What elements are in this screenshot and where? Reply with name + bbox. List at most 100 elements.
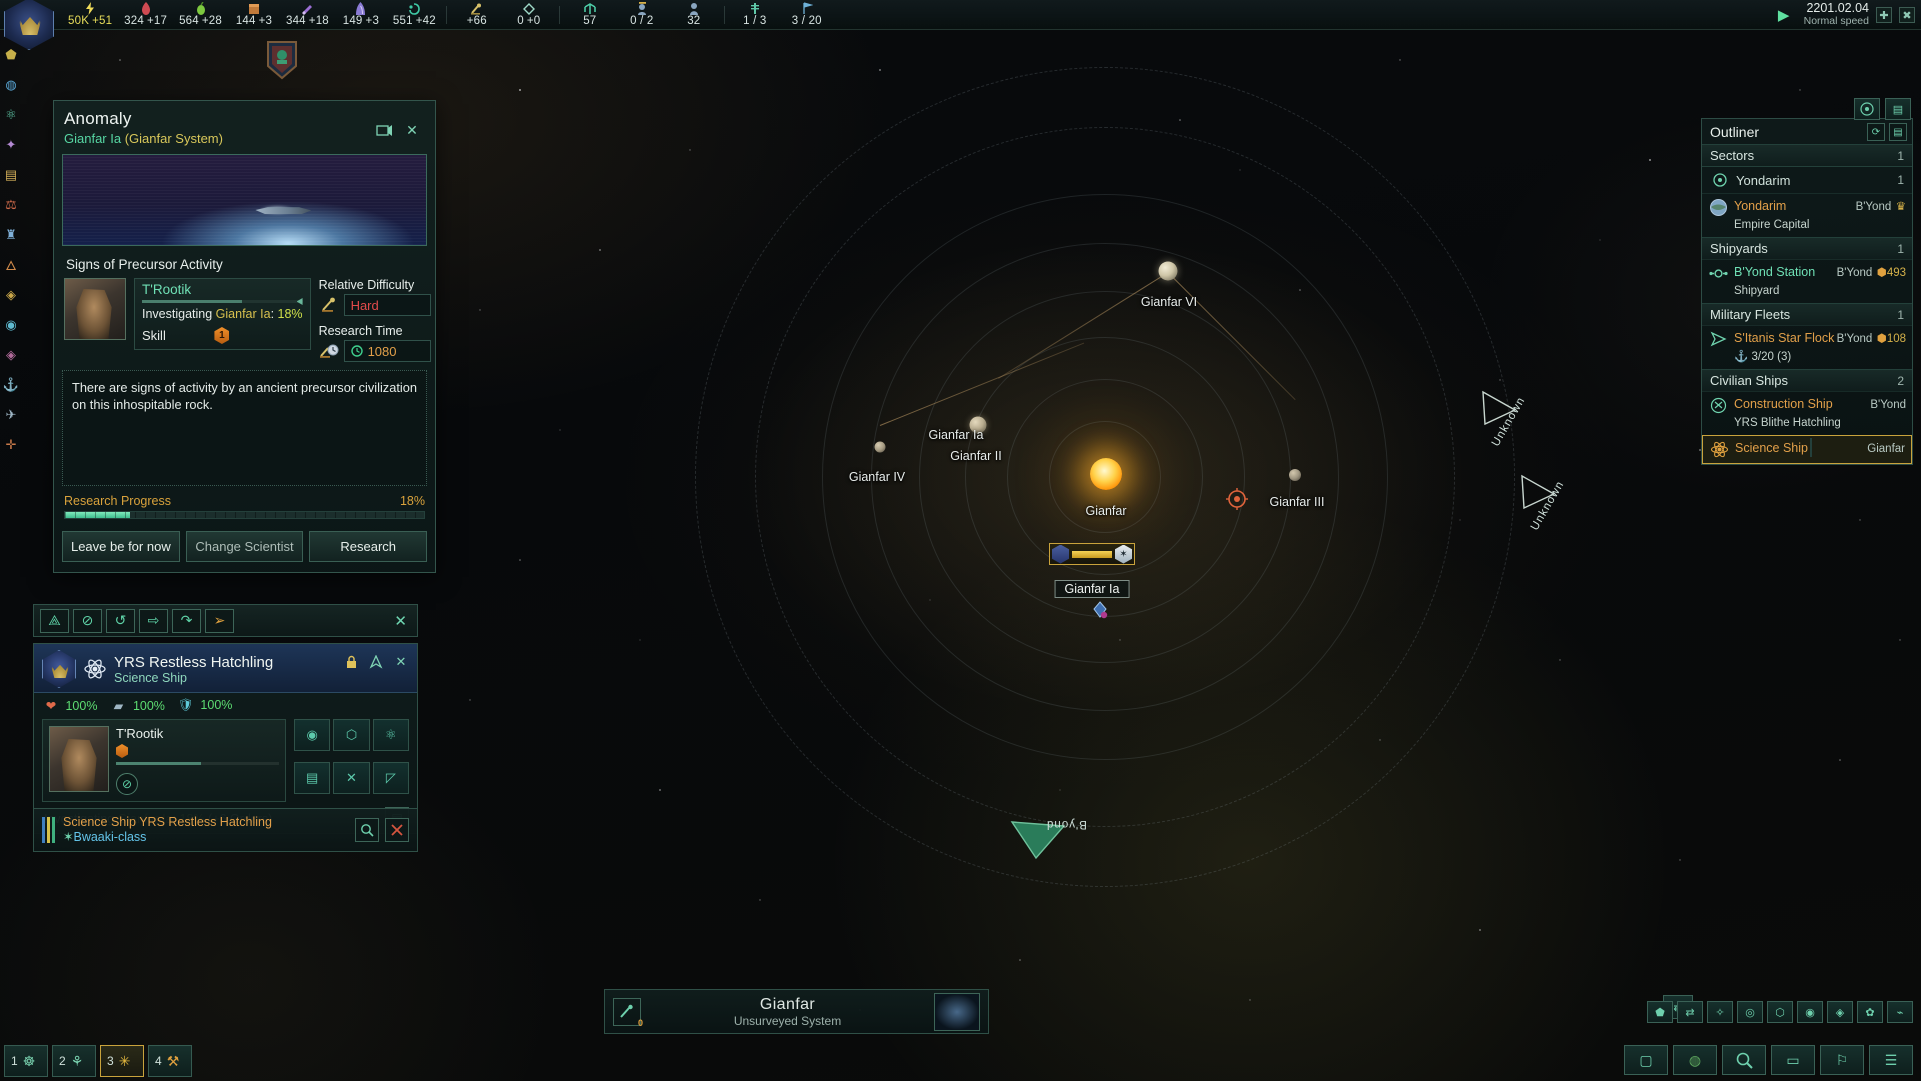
outliner-refresh-button[interactable]: ⟳ [1867, 123, 1885, 141]
resource-fleet-capacity[interactable]: 3 / 20 [781, 0, 833, 30]
rail-designs-icon[interactable]: ✈ [1, 402, 21, 428]
ship-designer-button[interactable] [366, 652, 386, 672]
outliner-item-construction-ship[interactable]: Construction Ship YRS Blithe Hatchling B… [1702, 391, 1912, 435]
bottom-tab-4[interactable]: 4 ⚒ [148, 1045, 192, 1077]
outliner-group-shipyards[interactable]: Shipyards 1 [1702, 237, 1912, 259]
leave-be-button[interactable]: Leave be for now [62, 531, 180, 562]
rail-species-icon[interactable]: 🜂 [1, 252, 21, 278]
star-gianfar[interactable] [1090, 458, 1122, 490]
screenshot-button[interactable]: ▭ [1771, 1045, 1815, 1075]
resource-food[interactable]: 564 +28 [173, 0, 228, 30]
planet-gianfar-iii[interactable] [1289, 469, 1301, 481]
rail-situations-icon[interactable]: ◈ [1, 342, 21, 368]
empire-view-button[interactable]: ⬟ [1647, 1001, 1673, 1023]
close-order-toolbar-button[interactable]: ✕ [394, 612, 411, 630]
resource-research[interactable]: +66 [451, 0, 503, 30]
rail-traditions-icon[interactable]: ✦ [1, 132, 21, 158]
resource-rare-crystals[interactable]: 0 +0 [503, 0, 555, 30]
target-view-button[interactable]: ◎ [1737, 1001, 1763, 1023]
bottom-tab-2[interactable]: 2 ⚘ [52, 1045, 96, 1077]
habitability-view-button[interactable]: ✿ [1857, 1001, 1883, 1023]
borders-view-button[interactable]: ⬡ [1767, 1001, 1793, 1023]
cancel-order-button[interactable]: ⊘ [73, 608, 102, 633]
resource-pop-count[interactable]: 32 [668, 0, 720, 30]
anomaly-close-button[interactable]: ✕ [401, 119, 423, 141]
outliner-item-fleet[interactable]: S'Itanis Star Flock ⚓ 3/20 (3) B'Yond ⬢1… [1702, 325, 1912, 369]
explore-system-order-button[interactable]: ⟁ [40, 608, 69, 633]
empire-flag-marker[interactable] [265, 40, 299, 84]
outliner-sector-yondarim[interactable]: Yondarim 1 [1702, 166, 1912, 193]
planet-view-button[interactable]: ◍ [1673, 1045, 1717, 1075]
ship-component-slot-3[interactable]: ⚛ [372, 719, 409, 751]
ship-summary-strip[interactable]: Science Ship YRS Restless Hatchling ✶Bwa… [33, 808, 418, 852]
ship-component-slot-5[interactable]: ✕ [333, 762, 370, 794]
research-station-marker[interactable] [1090, 600, 1110, 620]
rail-market-icon[interactable]: ◈ [1, 282, 21, 308]
outliner-item-capital[interactable]: Yondarim Empire Capital B'Yond ♛ [1702, 193, 1912, 237]
speed-decrease-button[interactable]: ✖ [1899, 7, 1915, 23]
outliner-group-sectors[interactable]: Sectors 1 [1702, 144, 1912, 166]
ship-scientist-card[interactable]: T'Rootik ⊘ [42, 719, 286, 802]
resource-minerals[interactable]: 324 +17 [118, 0, 173, 30]
resources-view-button[interactable]: ◈ [1827, 1001, 1853, 1023]
disband-ship-button[interactable] [385, 818, 409, 842]
repeat-order-button[interactable]: ↺ [106, 608, 135, 633]
map-mode-button[interactable]: ▢ [1624, 1045, 1668, 1075]
system-survey-icon[interactable]: 0 [613, 997, 643, 1028]
outliner-settings-button[interactable]: ▤ [1889, 123, 1907, 141]
speed-increase-button[interactable]: ✚ [1876, 7, 1892, 23]
close-ship-panel-button[interactable]: ✕ [391, 652, 411, 672]
research-button[interactable]: Research [309, 531, 428, 562]
rail-expansion-icon[interactable]: ✛ [1, 432, 21, 458]
vision-view-button[interactable]: ◉ [1797, 1001, 1823, 1023]
anomaly-locate-button[interactable] [373, 119, 395, 141]
galaxy-thumbnail[interactable] [934, 992, 980, 1031]
outliner-group-military-fleets[interactable]: Military Fleets 1 [1702, 303, 1912, 325]
trade-view-button[interactable]: ⇄ [1677, 1001, 1703, 1023]
change-scientist-button[interactable]: Change Scientist [185, 531, 304, 562]
zoom-button[interactable] [1722, 1045, 1766, 1075]
lock-ship-button[interactable] [341, 652, 361, 672]
anomaly-marker-gianfar-iii[interactable] [1226, 488, 1248, 510]
bottom-tab-1[interactable]: 1 ☸ [4, 1045, 48, 1077]
scientist-card[interactable]: T'Rootik Investigating Gianfar Ia: 18% S… [134, 278, 311, 362]
ship-component-slot-4[interactable]: ▤ [294, 762, 331, 794]
resource-naval-capacity[interactable]: 57 [564, 0, 616, 30]
ship-component-slot-2[interactable]: ⬡ [333, 719, 370, 751]
rail-factions-icon[interactable]: ♜ [1, 222, 21, 248]
ship-component-slot-1[interactable]: ◉ [294, 719, 331, 751]
assign-leader-button[interactable]: ⊘ [116, 773, 138, 795]
rail-contacts-icon[interactable]: ◉ [1, 312, 21, 338]
selected-ship-marker[interactable]: ✶ [1049, 543, 1135, 565]
rail-edicts-icon[interactable]: ▤ [1, 162, 21, 188]
outliner-item-science-ship[interactable]: Science Ship Gianfar [1702, 435, 1912, 464]
resource-consumer-goods[interactable]: 144 +3 [228, 0, 280, 30]
resource-unity[interactable]: 551 +42 [387, 0, 442, 30]
return-order-button[interactable]: ↷ [172, 608, 201, 633]
flag-button[interactable]: ⚐ [1820, 1045, 1864, 1075]
play-pause-button[interactable]: ▶ [1771, 5, 1797, 25]
planet-gianfar-ii[interactable] [874, 441, 886, 453]
rail-planets-icon[interactable]: ◍ [1, 72, 21, 98]
rail-technology-icon[interactable]: ⚛ [1, 102, 21, 128]
resource-alloys[interactable]: 344 +18 [280, 0, 335, 30]
zoom-to-ship-button[interactable] [355, 818, 379, 842]
hyperlane-view-button[interactable]: ✧ [1707, 1001, 1733, 1023]
outliner-group-civilian-ships[interactable]: Civilian Ships 2 [1702, 369, 1912, 391]
planet-gianfar-vi[interactable] [1158, 261, 1178, 281]
bottom-tab-3[interactable]: 3 ✳ [100, 1045, 144, 1077]
rail-fleets-icon[interactable]: ⚓ [1, 372, 21, 398]
menu-button[interactable]: ☰ [1869, 1045, 1913, 1075]
outliner-item-shipyard[interactable]: B'Yond Station Shipyard B'Yond ⬢493 [1702, 259, 1912, 303]
resource-leader-capacity[interactable]: 0 / 2 [616, 0, 668, 30]
move-order-button[interactable]: ⇨ [139, 608, 168, 633]
outliner-toggle-button[interactable]: ▤ [1885, 98, 1911, 120]
resource-energy-credits[interactable]: 50K +51 [62, 0, 118, 30]
resource-starbase-capacity[interactable]: 1 / 3 [729, 0, 781, 30]
other-view-button[interactable]: ⌁ [1887, 1001, 1913, 1023]
rail-empire-icon[interactable]: ⬟ [1, 42, 21, 68]
rail-policies-icon[interactable]: ⚖ [1, 192, 21, 218]
ship-component-slot-6[interactable]: ◸ [372, 762, 409, 794]
resource-influence[interactable]: 149 +3 [335, 0, 387, 30]
galaxy-map-button[interactable] [1854, 98, 1880, 120]
